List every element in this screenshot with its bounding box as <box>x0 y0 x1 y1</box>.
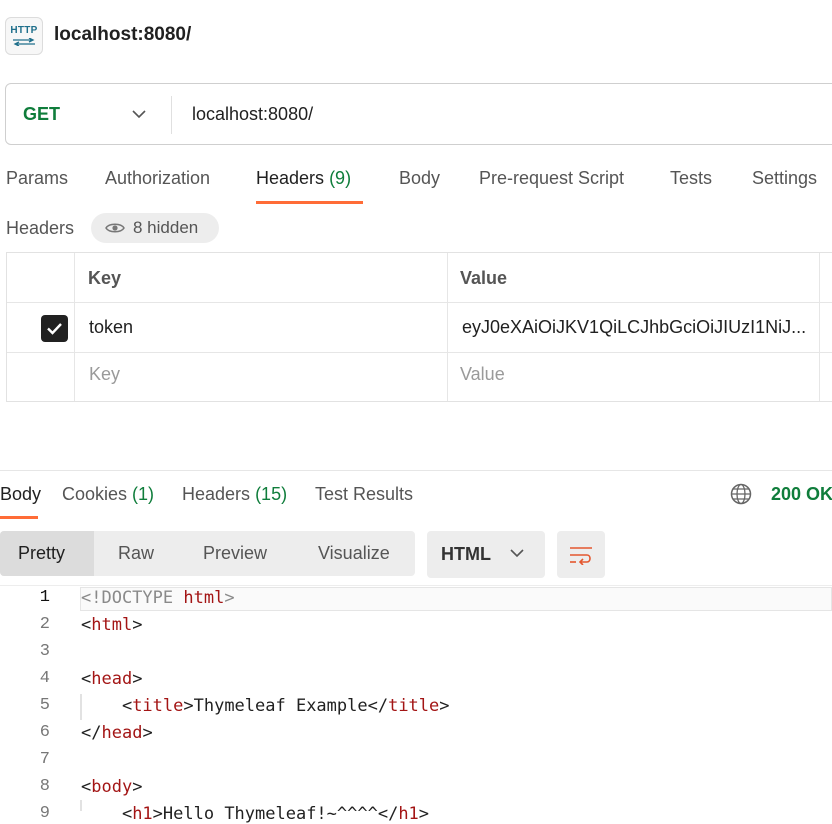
response-divider <box>0 470 832 471</box>
response-tab-cookies[interactable]: Cookies (1) <box>62 484 154 505</box>
tab-label: Cookies <box>62 484 128 504</box>
globe-icon[interactable] <box>730 483 752 505</box>
tab-label: Authorization <box>105 168 211 188</box>
chevron-down-icon <box>510 549 524 558</box>
view-mode-group: Pretty Raw Preview Visualize <box>0 531 415 576</box>
code-line: <!DOCTYPE html> <box>81 588 235 608</box>
tab-label: Settings <box>752 168 818 188</box>
line-number: 6 <box>39 723 50 742</box>
wrap-text-icon <box>570 546 592 565</box>
view-raw-button[interactable]: Raw <box>118 543 154 564</box>
response-tab-headers[interactable]: Headers (15) <box>182 484 287 505</box>
code-line: <head> <box>81 669 143 689</box>
tab-tests[interactable]: Tests <box>670 168 712 189</box>
language-select[interactable]: HTML <box>427 531 545 578</box>
http-request-icon: HTTP <box>5 17 43 55</box>
active-tab-indicator <box>256 201 363 204</box>
tab-authorization[interactable]: Authorization <box>105 168 210 189</box>
header-value-cell[interactable]: eyJ0eXAiOiJKV1QiLCJhbGciOiJIUzI1NiJ... <box>462 317 817 338</box>
table-divider <box>447 253 448 401</box>
tab-headers[interactable]: Headers (9) <box>256 168 351 189</box>
hidden-count: 8 hidden <box>133 218 199 237</box>
response-tab-body[interactable]: Body <box>0 484 41 505</box>
header-enabled-checkbox[interactable] <box>41 315 68 342</box>
url-input[interactable]: localhost:8080/ <box>192 104 313 125</box>
method-select[interactable]: GET <box>23 104 60 125</box>
headers-label: Headers <box>6 218 75 238</box>
chevron-down-icon[interactable] <box>132 109 146 119</box>
tab-count: (15) <box>255 484 288 504</box>
tab-label: Body <box>0 484 42 504</box>
checkmark-icon <box>47 323 62 335</box>
tab-count: (1) <box>132 484 155 504</box>
url-bar: GET localhost:8080/ <box>5 83 832 145</box>
http-badge-text: HTTP <box>10 25 38 36</box>
response-tab-test-results[interactable]: Test Results <box>315 484 413 505</box>
code-line: <title>Thymeleaf Example</title> <box>81 696 450 716</box>
tab-label: Tests <box>670 168 713 188</box>
view-pretty-button[interactable]: Pretty <box>18 543 65 564</box>
hidden-headers-toggle[interactable]: 8 hidden <box>91 213 219 243</box>
arrows-icon <box>13 38 35 46</box>
code-line: </head> <box>81 723 153 743</box>
line-number: 5 <box>39 696 50 715</box>
code-line: <body> <box>81 777 143 797</box>
line-number: 7 <box>39 750 50 769</box>
new-key-input[interactable]: Key <box>89 364 120 385</box>
view-preview-button[interactable]: Preview <box>203 543 267 564</box>
table-divider <box>74 253 75 401</box>
table-divider <box>7 302 832 303</box>
tab-body[interactable]: Body <box>399 168 440 189</box>
tab-params[interactable]: Params <box>6 168 68 189</box>
column-header-value: Value <box>460 268 508 288</box>
table-divider <box>7 352 832 353</box>
tab-label: Test Results <box>315 484 414 504</box>
line-number: 8 <box>39 777 50 796</box>
line-number: 1 <box>39 588 50 607</box>
tab-label: Body <box>399 168 441 188</box>
language-label: HTML <box>441 544 491 564</box>
code-line: <html> <box>81 615 143 635</box>
url-divider <box>171 96 172 134</box>
line-number: 2 <box>39 615 50 634</box>
request-title: localhost:8080/ <box>54 24 192 45</box>
table-divider <box>819 253 820 401</box>
line-number: 4 <box>39 669 50 688</box>
tab-pre-request-script[interactable]: Pre-request Script <box>479 168 624 189</box>
tab-count: (9) <box>329 168 352 188</box>
tab-label: Headers <box>256 168 325 188</box>
code-area-divider <box>0 585 832 586</box>
tab-label: Pre-request Script <box>479 168 625 188</box>
eye-icon <box>105 223 125 233</box>
line-number: 3 <box>39 642 50 661</box>
tab-label: Headers <box>182 484 251 504</box>
header-key-cell[interactable]: token <box>89 317 133 338</box>
code-line: <h1>Hello Thymeleaf!~^^^^</h1> <box>81 804 430 824</box>
tab-label: Params <box>6 168 69 188</box>
status-badge[interactable]: 200 OK <box>771 484 832 505</box>
new-value-input[interactable]: Value <box>460 364 505 385</box>
headers-table: Key Value token eyJ0eXAiOiJKV1QiLCJhbGci… <box>6 252 832 402</box>
view-visualize-button[interactable]: Visualize <box>318 543 390 564</box>
column-header-key: Key <box>88 268 122 288</box>
wrap-lines-button[interactable] <box>557 531 605 578</box>
tab-settings[interactable]: Settings <box>752 168 817 189</box>
active-tab-indicator <box>0 516 38 519</box>
line-number: 9 <box>39 804 50 823</box>
